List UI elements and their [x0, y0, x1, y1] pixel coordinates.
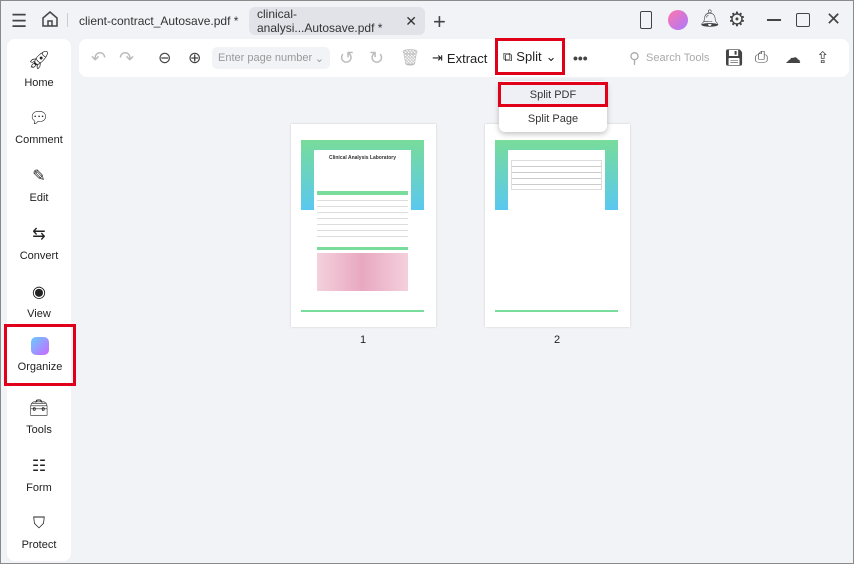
menu-item-label: Split Page	[527, 112, 579, 125]
toolbar: ↶ ↷ ⊖ ⊕ Enter page number ⌄ ↺ ↻ 🗑︎ ⇥ Extra…	[79, 38, 849, 77]
shield-icon: ⛉	[32, 515, 45, 532]
minimize-icon[interactable]	[767, 19, 781, 21]
page-number-input[interactable]: Enter page number ⌄	[212, 47, 330, 69]
sidebar-item-label: Edit	[29, 192, 49, 204]
sidebar-item-label: View	[27, 308, 51, 320]
split-button[interactable]: ⧉ Split ⌄	[495, 38, 565, 75]
close-icon[interactable]: ✕	[826, 9, 841, 30]
page-number-placeholder: Enter page number	[218, 52, 313, 64]
split-dropdown-menu: Split PDF Split Page	[498, 81, 608, 132]
title-bar: ☰ client-contract_Autosave.pdf * clinica…	[1, 1, 853, 39]
eye-icon: ◉	[32, 284, 46, 301]
organize-icon	[31, 337, 49, 355]
zoom-in-icon[interactable]: ⊕	[188, 39, 201, 77]
tab-client-contract[interactable]: client-contract_Autosave.pdf *	[71, 7, 246, 35]
sidebar-item-label: Form	[26, 482, 52, 494]
cell-image	[317, 253, 408, 291]
home-icon[interactable]	[41, 10, 59, 28]
tab-clinical-analysis[interactable]: clinical-analysi...Autosave.pdf * ✕	[249, 7, 425, 35]
more-icon[interactable]: •••	[573, 39, 588, 77]
sidebar-item-home[interactable]: 🚀︎ Home	[7, 41, 71, 97]
undo-icon[interactable]: ↶	[91, 39, 106, 77]
menu-item-label: Split PDF	[529, 88, 577, 101]
extract-icon: ⇥	[432, 50, 443, 65]
extract-button[interactable]: ⇥ Extract	[432, 39, 487, 77]
chevron-down-icon: ⌄	[545, 48, 557, 64]
split-icon: ⧉	[503, 48, 513, 64]
split-label: Split	[516, 49, 542, 64]
page-thumbnail-2[interactable]	[485, 124, 630, 327]
sidebar-item-edit[interactable]: ✎ Edit	[7, 157, 71, 213]
page-number-label: 2	[554, 334, 561, 346]
search-placeholder: Search Tools	[646, 52, 710, 64]
sidebar-item-label: Protect	[21, 539, 57, 551]
page-title: Clinical Analysis Laboratory	[328, 155, 397, 161]
sidebar-item-organize[interactable]: Organize	[4, 324, 76, 386]
rocket-icon: 🚀︎	[27, 49, 51, 70]
page-number-label: 1	[360, 334, 367, 346]
close-tab-icon[interactable]: ✕	[405, 13, 417, 30]
new-tab-icon[interactable]: +	[433, 9, 446, 35]
tab-label: client-contract_Autosave.pdf *	[79, 14, 239, 28]
avatar[interactable]	[668, 10, 688, 30]
sidebar-item-convert[interactable]: ⇆ Convert	[7, 215, 71, 271]
menu-item-split-pdf[interactable]: Split PDF	[498, 82, 608, 107]
search-icon: ⚲	[629, 50, 640, 67]
app-window: ☰ client-contract_Autosave.pdf * clinica…	[1, 1, 853, 563]
sidebar-item-comment[interactable]: 💬︎ Comment	[7, 99, 71, 155]
edit-icon: ✎	[32, 168, 46, 185]
rotate-right-icon[interactable]: ↻	[369, 39, 384, 77]
comment-icon: 💬︎	[28, 110, 50, 127]
toolbox-icon: 🧰︎	[28, 400, 50, 417]
save-icon[interactable]: 💾︎	[724, 39, 744, 77]
mobile-icon[interactable]	[640, 11, 652, 29]
sidebar-item-label: Organize	[17, 361, 63, 373]
page-content: Clinical Analysis Laboratory	[314, 150, 411, 300]
sidebar-item-label: Comment	[15, 134, 63, 146]
bell-icon[interactable]: 🔔︎	[699, 9, 721, 29]
gear-icon[interactable]: ⚙	[728, 7, 746, 32]
sidebar-item-view[interactable]: ◉ View	[7, 273, 71, 329]
sidebar-item-label: Convert	[19, 250, 59, 262]
convert-icon: ⇆	[32, 226, 46, 243]
sidebar-item-form[interactable]: ☷ Form	[7, 447, 71, 503]
maximize-icon[interactable]	[796, 13, 810, 27]
page-thumbnail-1[interactable]: Clinical Analysis Laboratory	[291, 124, 436, 327]
sidebar-item-label: Tools	[26, 424, 52, 436]
delete-icon[interactable]: 🗑︎	[400, 39, 420, 77]
share-icon[interactable]: ⇪	[816, 39, 829, 77]
search-tools-input[interactable]: ⚲ Search Tools	[629, 39, 709, 77]
sidebar: 🚀︎ Home 💬︎ Comment ✎ Edit ⇆ Convert ◉ View Or…	[4, 39, 76, 561]
cloud-upload-icon[interactable]: ☁	[785, 39, 801, 77]
form-icon: ☷	[31, 458, 47, 475]
sidebar-item-tools[interactable]: 🧰︎ Tools	[7, 389, 71, 445]
redo-icon[interactable]: ↷	[119, 39, 134, 77]
extract-label: Extract	[446, 50, 488, 66]
print-icon[interactable]: ⎙	[755, 39, 768, 77]
sidebar-item-label: Home	[24, 76, 54, 89]
zoom-out-icon[interactable]: ⊖	[158, 39, 171, 77]
menu-icon[interactable]: ☰	[11, 11, 27, 32]
tab-label: clinical-analysi...Autosave.pdf *	[257, 7, 383, 35]
menu-item-split-page[interactable]: Split Page	[501, 109, 605, 128]
sidebar-item-protect[interactable]: ⛉ Protect	[7, 505, 71, 561]
page-content	[508, 150, 605, 300]
chevron-down-icon[interactable]: ⌄	[315, 52, 324, 65]
rotate-left-icon[interactable]: ↺	[339, 39, 354, 77]
